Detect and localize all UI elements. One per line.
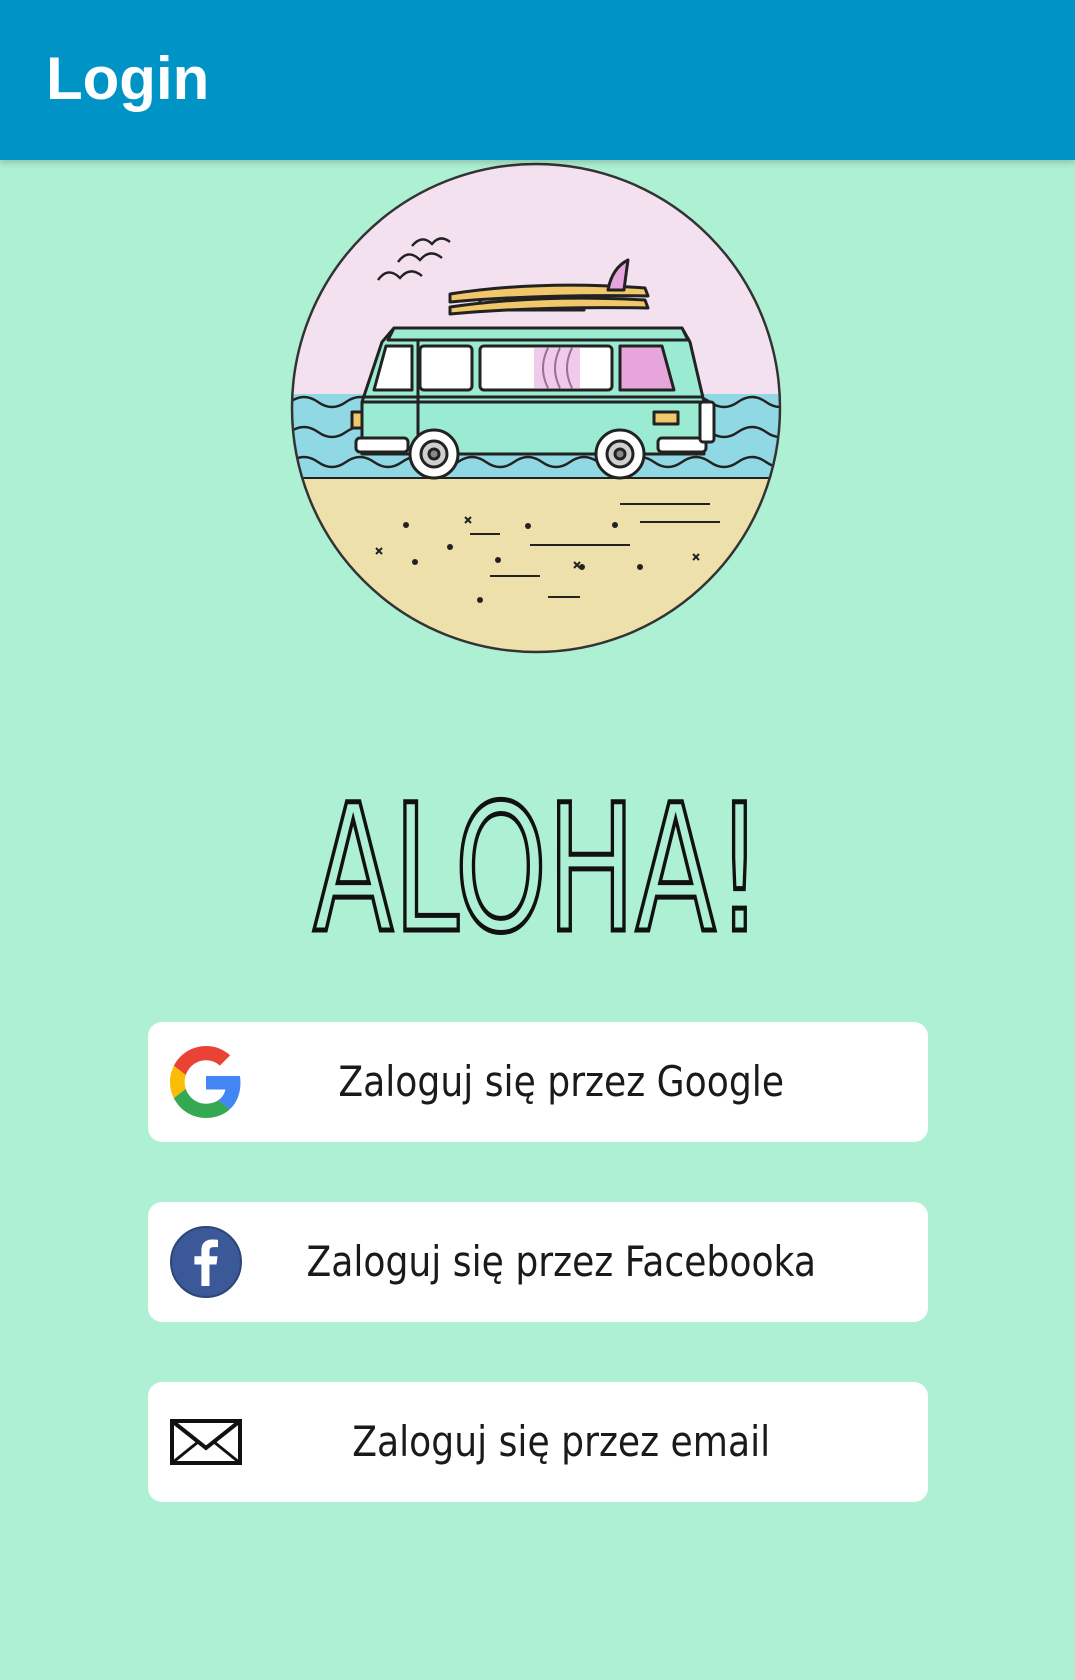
greeting-heading: ALOHA! [0, 765, 1075, 975]
google-login-button[interactable]: Zaloguj się przez Google [148, 1022, 928, 1142]
email-login-button[interactable]: Zaloguj się przez email [148, 1382, 928, 1502]
email-login-label: Zaloguj się przez email [352, 1417, 771, 1466]
svg-text:ALOHA!: ALOHA! [313, 770, 763, 950]
facebook-login-label: Zaloguj się przez Facebooka [306, 1237, 816, 1286]
app-bar: Login [0, 0, 1075, 160]
google-login-label: Zaloguj się przez Google [338, 1057, 785, 1106]
greeting-lettering: ALOHA! [310, 765, 765, 975]
surf-van-beach-illustration [290, 162, 782, 654]
app-bar-title: Login [46, 45, 210, 112]
facebook-login-button[interactable]: Zaloguj się przez Facebooka [148, 1202, 928, 1322]
